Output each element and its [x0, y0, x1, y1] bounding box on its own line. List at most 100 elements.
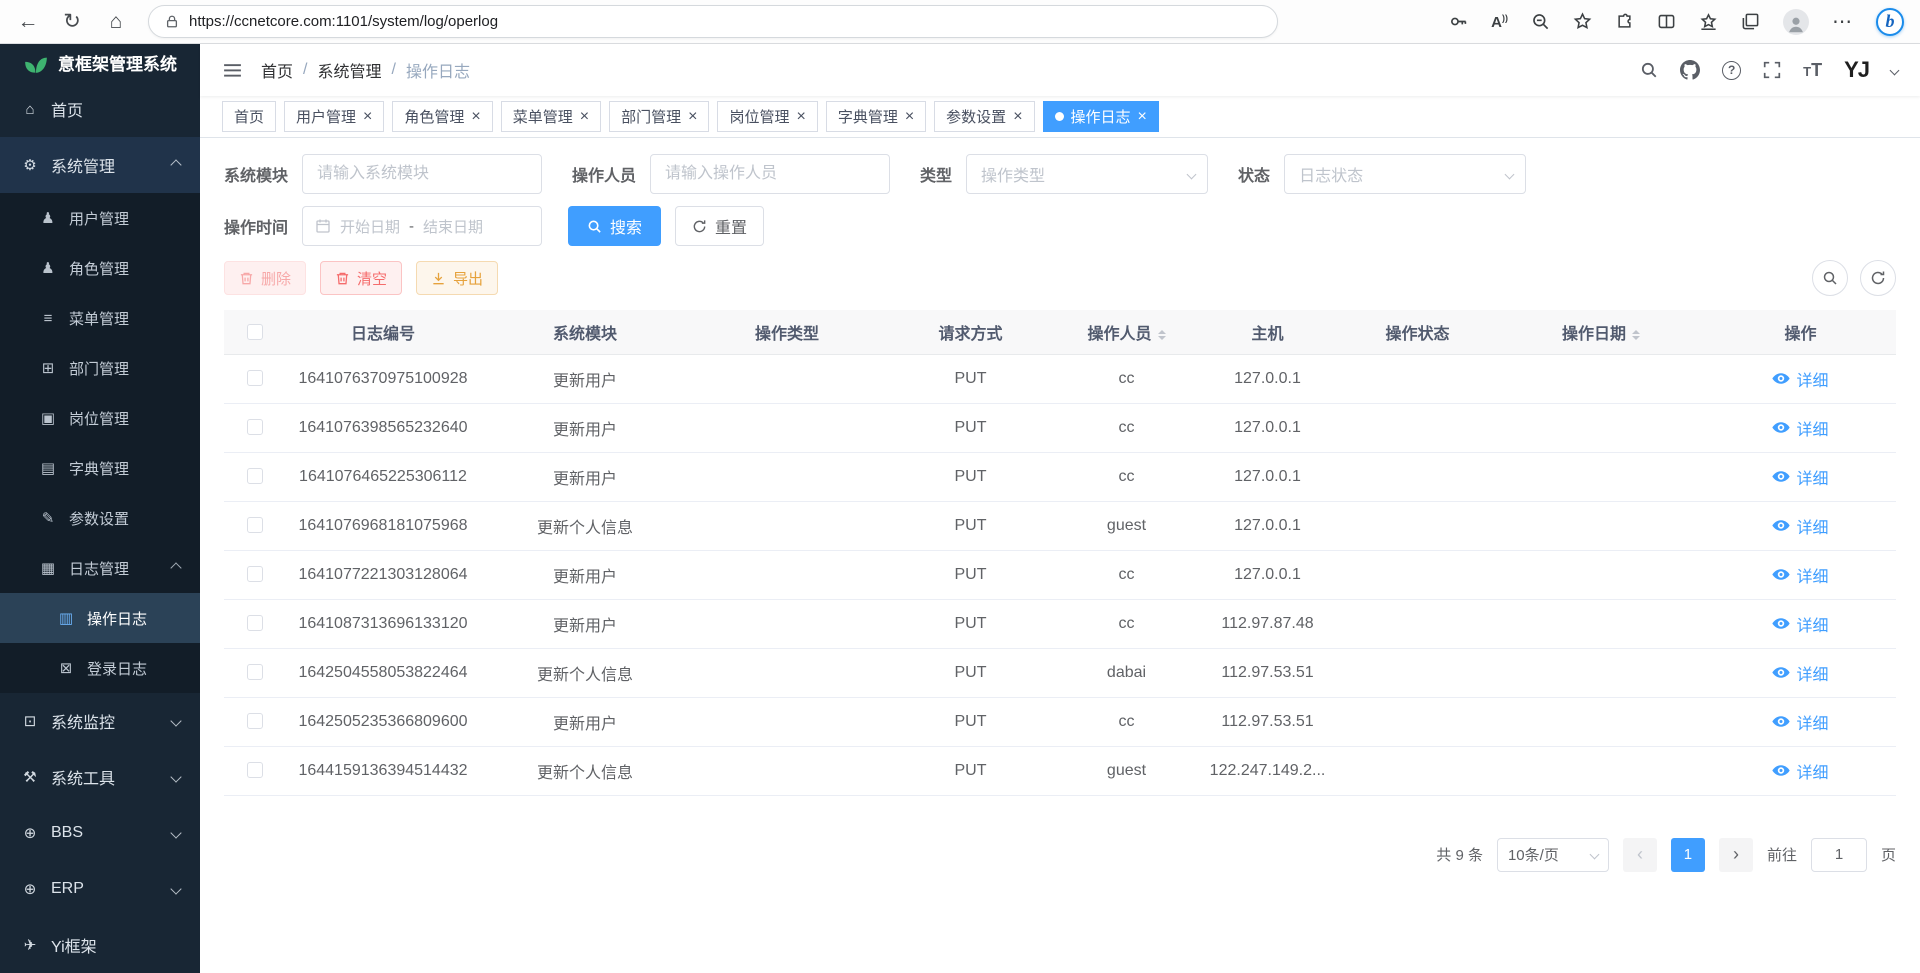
clear-button[interactable]: 清空 [320, 261, 402, 295]
breadcrumb-system[interactable]: 系统管理 [317, 58, 381, 82]
detail-link[interactable]: 详细 [1772, 612, 1828, 636]
close-tab-icon[interactable]: × [471, 109, 480, 125]
tab-dept-mgmt[interactable]: 部门管理× [609, 101, 709, 132]
zoom-out-icon[interactable] [1531, 12, 1550, 31]
date-range-picker[interactable]: 开始日期 - 结束日期 [302, 206, 542, 246]
tab-menu-mgmt[interactable]: 菜单管理× [501, 101, 601, 132]
close-tab-icon[interactable]: × [580, 109, 589, 125]
more-menu-icon[interactable]: ⋯ [1832, 12, 1853, 32]
close-tab-icon[interactable]: × [1013, 109, 1022, 125]
browser-back-icon[interactable]: ← [16, 11, 40, 32]
column-header[interactable]: 操作日期 [1497, 310, 1705, 354]
column-header[interactable]: 操作人员 [1056, 310, 1197, 354]
close-tab-icon[interactable]: × [905, 109, 914, 125]
text-size-icon[interactable]: TT [1803, 60, 1822, 81]
sidebar-item-system-tools[interactable]: ⚒系统工具 [0, 749, 200, 805]
sidebar-item-param-settings[interactable]: ✎参数设置 [0, 493, 200, 543]
sidebar-item-dept-mgmt[interactable]: ⊞部门管理 [0, 343, 200, 393]
table-search-button[interactable] [1812, 260, 1848, 296]
browser-home-icon[interactable]: ⌂ [104, 11, 128, 32]
profile-avatar[interactable] [1783, 9, 1809, 35]
sidebar-item-menu-mgmt[interactable]: ≡菜单管理 [0, 293, 200, 343]
browser-refresh-icon[interactable]: ↻ [60, 11, 84, 32]
search-button[interactable]: 搜索 [568, 206, 661, 246]
detail-link[interactable]: 详细 [1772, 661, 1828, 685]
module-input[interactable] [302, 154, 542, 194]
extensions-icon[interactable] [1615, 12, 1634, 31]
sidebar-item-post-mgmt[interactable]: ▣岗位管理 [0, 393, 200, 443]
sort-icon[interactable] [1632, 326, 1640, 344]
detail-link[interactable]: 详细 [1772, 759, 1828, 783]
row-checkbox[interactable] [247, 419, 263, 435]
sidebar-item-system-mgmt[interactable]: ⚙系统管理 [0, 137, 200, 193]
sidebar-item-oper-log[interactable]: ▥操作日志 [0, 593, 200, 643]
close-tab-icon[interactable]: × [363, 109, 372, 125]
cell-date [1497, 452, 1705, 501]
tab-home[interactable]: 首页 [222, 101, 276, 132]
tab-param-settings[interactable]: 参数设置× [934, 101, 1034, 132]
export-button[interactable]: 导出 [416, 261, 498, 295]
password-key-icon[interactable] [1449, 12, 1468, 31]
sidebar-item-dict-mgmt[interactable]: ▤字典管理 [0, 443, 200, 493]
detail-link[interactable]: 详细 [1772, 710, 1828, 734]
sidebar-item-bbs[interactable]: ⊕BBS [0, 805, 200, 861]
row-checkbox[interactable] [247, 566, 263, 582]
sidebar-toggle-icon[interactable] [222, 60, 243, 81]
tab-post-mgmt[interactable]: 岗位管理× [717, 101, 817, 132]
favorites-icon[interactable] [1699, 12, 1718, 31]
goto-page-input[interactable] [1811, 838, 1867, 872]
sidebar-item-yi-framework[interactable]: ✈Yi框架 [0, 917, 200, 973]
search-icon[interactable] [1640, 61, 1658, 79]
sidebar-item-erp[interactable]: ⊕ERP [0, 861, 200, 917]
address-bar[interactable]: https://ccnetcore.com:1101/system/log/op… [148, 5, 1278, 38]
row-checkbox[interactable] [247, 468, 263, 484]
chevron-down-icon[interactable] [1890, 65, 1900, 75]
github-icon[interactable] [1680, 60, 1700, 80]
breadcrumb-home[interactable]: 首页 [261, 58, 293, 82]
add-favorite-icon[interactable] [1573, 12, 1592, 31]
detail-link[interactable]: 详细 [1772, 465, 1828, 489]
tab-oper-log[interactable]: 操作日志× [1043, 101, 1159, 132]
row-checkbox[interactable] [247, 615, 263, 631]
close-tab-icon[interactable]: × [1138, 109, 1147, 125]
tab-user-mgmt[interactable]: 用户管理× [284, 101, 384, 132]
sidebar-item-system-monitor[interactable]: ⊡系统监控 [0, 693, 200, 749]
row-checkbox[interactable] [247, 762, 263, 778]
row-checkbox[interactable] [247, 517, 263, 533]
read-aloud-icon[interactable]: A)) [1491, 13, 1508, 31]
sort-icon[interactable] [1158, 326, 1166, 344]
detail-link[interactable]: 详细 [1772, 367, 1828, 391]
row-checkbox[interactable] [247, 370, 263, 386]
detail-link[interactable]: 详细 [1772, 563, 1828, 587]
reset-button[interactable]: 重置 [675, 206, 764, 246]
current-page-button[interactable]: 1 [1671, 838, 1705, 872]
detail-link[interactable]: 详细 [1772, 416, 1828, 440]
delete-button[interactable]: 删除 [224, 261, 306, 295]
close-tab-icon[interactable]: × [796, 109, 805, 125]
tab-role-mgmt[interactable]: 角色管理× [392, 101, 492, 132]
bing-copilot-icon[interactable]: b [1876, 8, 1904, 36]
row-checkbox[interactable] [247, 713, 263, 729]
select-all-checkbox[interactable] [247, 324, 263, 340]
sidebar-item-home[interactable]: ⌂首页 [0, 81, 200, 137]
page-size-select[interactable]: 10条/页 [1497, 838, 1609, 872]
sidebar-item-log-mgmt[interactable]: ▦日志管理 [0, 543, 200, 593]
sidebar-item-login-log[interactable]: ⊠登录日志 [0, 643, 200, 693]
table-refresh-button[interactable] [1860, 260, 1896, 296]
sidebar-item-user-mgmt[interactable]: ♟用户管理 [0, 193, 200, 243]
detail-link[interactable]: 详细 [1772, 514, 1828, 538]
row-checkbox[interactable] [247, 664, 263, 680]
prev-page-button[interactable]: ‹ [1623, 838, 1657, 872]
tab-dict-mgmt[interactable]: 字典管理× [826, 101, 926, 132]
fullscreen-icon[interactable] [1763, 61, 1781, 79]
collections-icon[interactable] [1741, 12, 1760, 31]
sidebar-item-role-mgmt[interactable]: ♟角色管理 [0, 243, 200, 293]
next-page-button[interactable]: › [1719, 838, 1753, 872]
help-icon[interactable]: ? [1722, 61, 1741, 80]
type-select[interactable]: 操作类型 [966, 154, 1208, 194]
split-screen-icon[interactable] [1657, 12, 1676, 31]
yj-logo[interactable]: YJ [1844, 57, 1869, 83]
operator-input[interactable] [650, 154, 890, 194]
status-select[interactable]: 日志状态 [1284, 154, 1526, 194]
close-tab-icon[interactable]: × [688, 109, 697, 125]
